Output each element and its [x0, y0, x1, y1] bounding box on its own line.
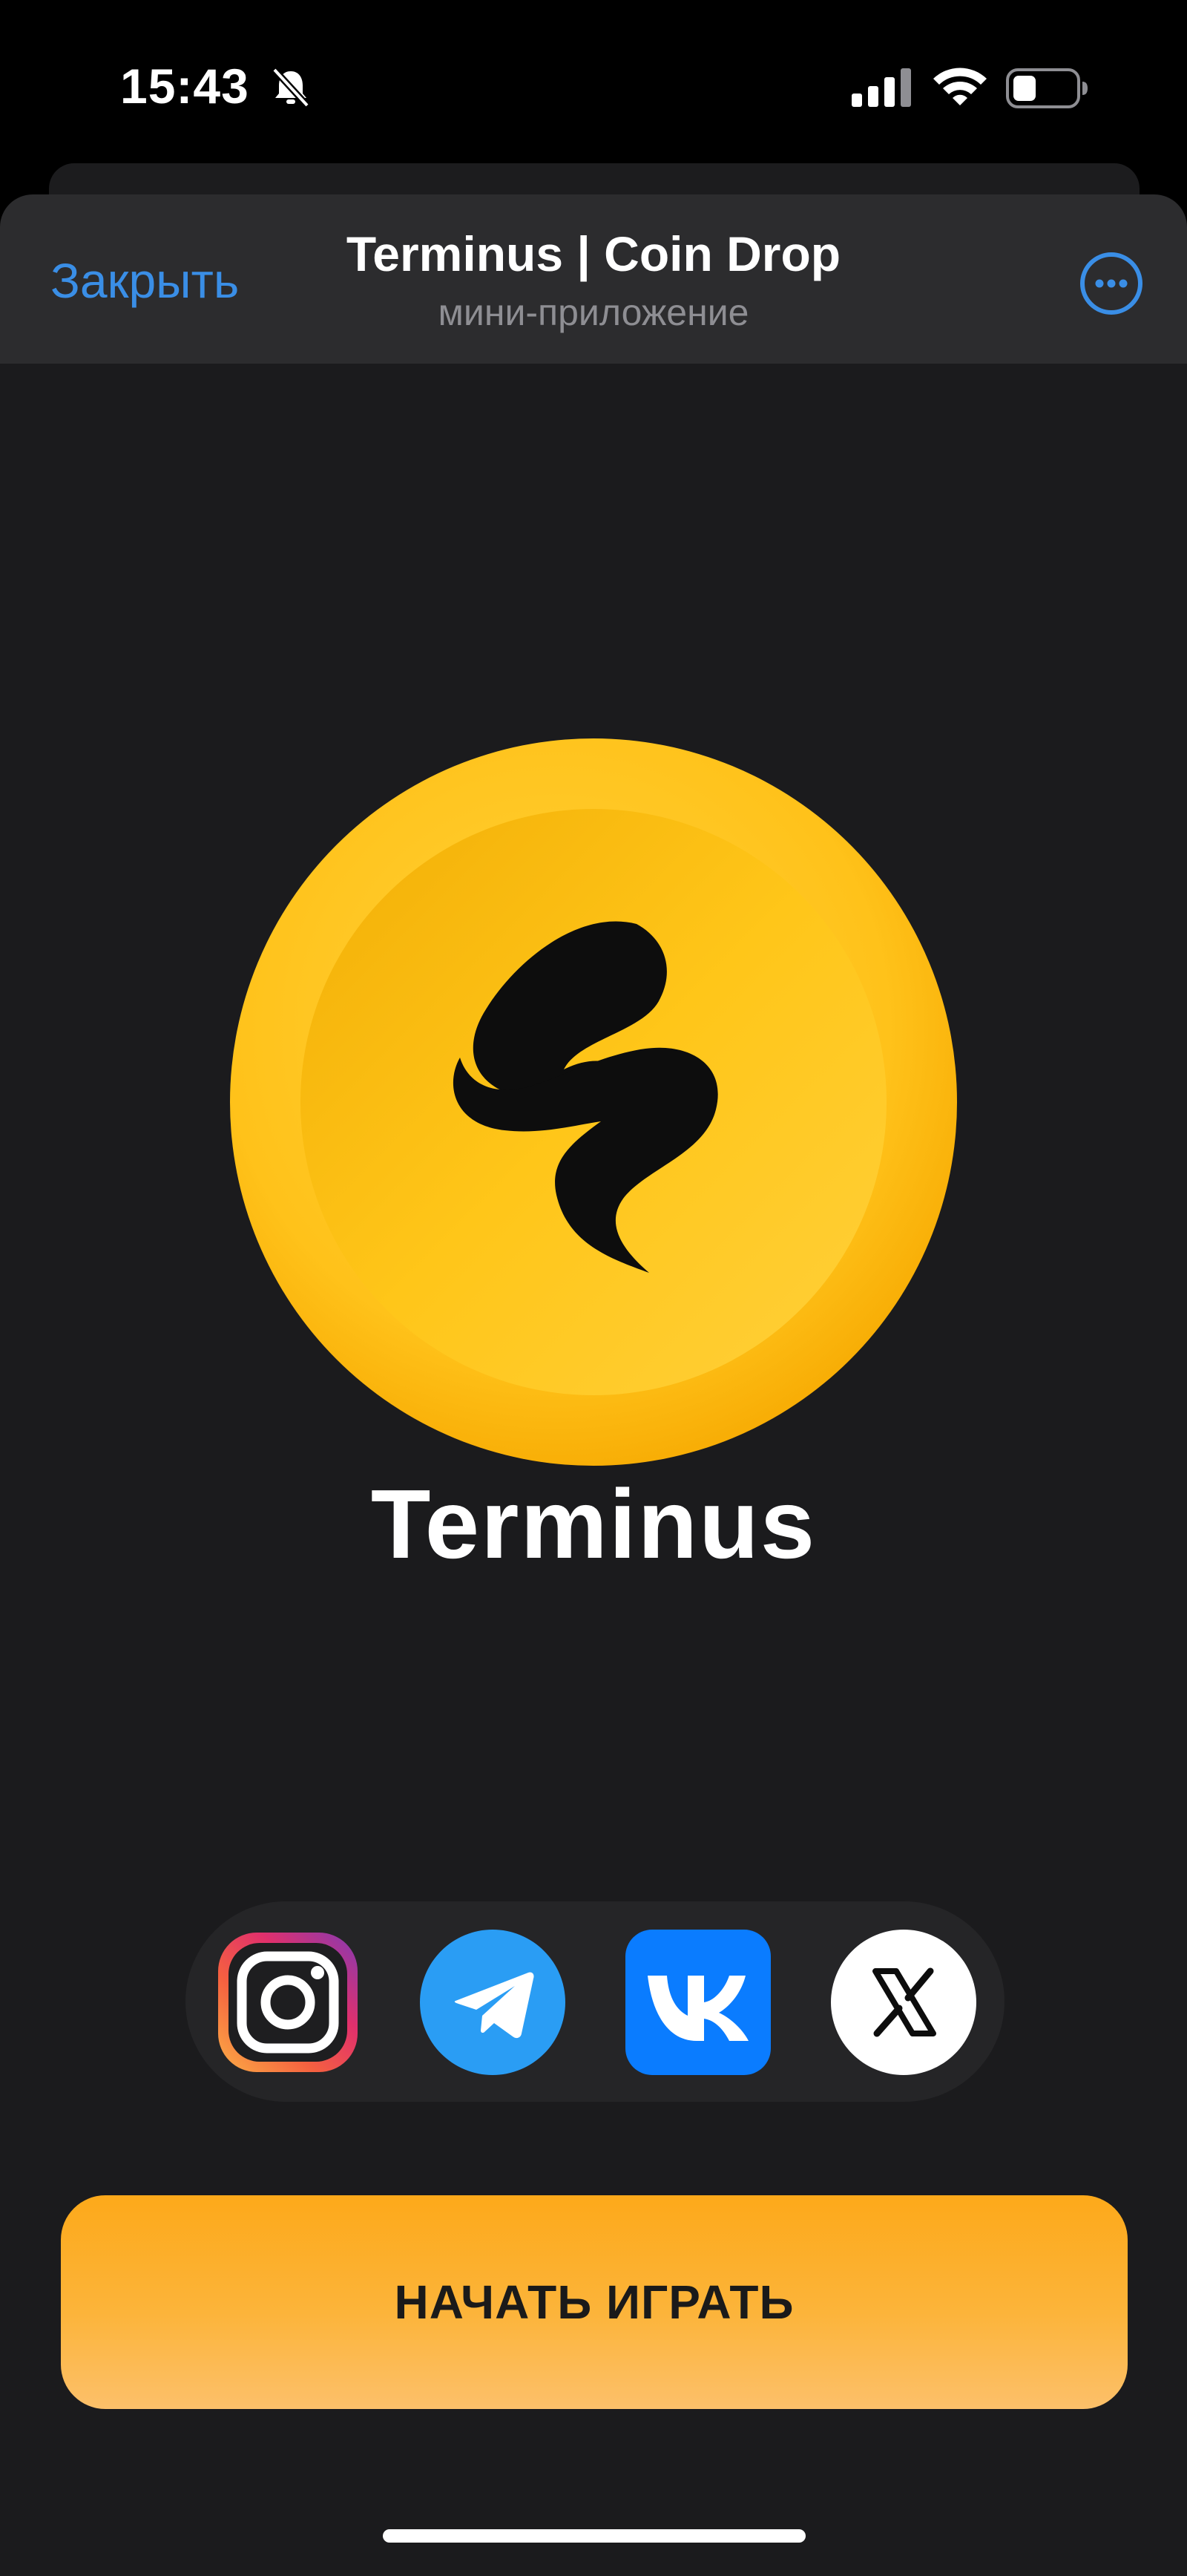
- vk-button[interactable]: [625, 1930, 771, 2075]
- telegram-button[interactable]: [420, 1930, 565, 2075]
- x-button[interactable]: [831, 1930, 976, 2075]
- start-game-button[interactable]: НАЧАТЬ ИГРАТЬ: [61, 2195, 1128, 2409]
- vk-icon: [625, 1930, 771, 2075]
- instagram-button[interactable]: [215, 1930, 361, 2075]
- signal-icon: [852, 68, 911, 107]
- instagram-icon: [218, 1933, 358, 2072]
- home-indicator[interactable]: [383, 2529, 806, 2543]
- more-options-button[interactable]: [1077, 249, 1145, 318]
- telegram-icon: [420, 1930, 565, 2075]
- wifi-icon: [933, 68, 987, 105]
- status-bar: 15:43: [0, 0, 1187, 163]
- status-time: 15:43: [120, 59, 249, 114]
- battery-icon: [1006, 68, 1088, 108]
- terminus-coin-logo: [230, 738, 957, 1466]
- bell-off-icon: [272, 67, 310, 108]
- x-icon: [831, 1930, 976, 2075]
- ellipsis-circle-icon: [1080, 252, 1142, 315]
- header-subtitle: мини-приложение: [438, 292, 749, 333]
- brand-name: Terminus: [370, 1469, 817, 1579]
- header-title: Terminus | Coin Drop: [346, 226, 841, 281]
